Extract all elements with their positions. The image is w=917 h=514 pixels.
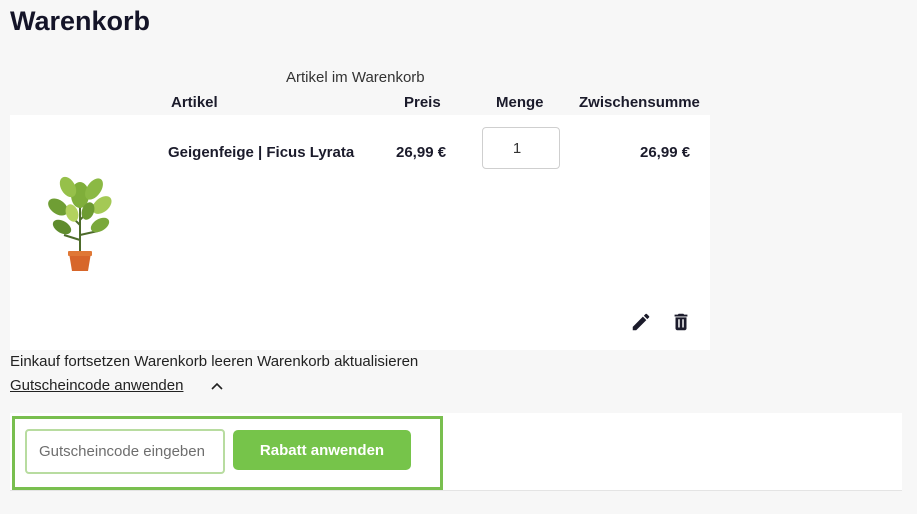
page-title: Warenkorb — [10, 6, 151, 36]
quantity-input[interactable] — [482, 127, 560, 169]
column-header-artikel: Artikel — [171, 94, 218, 111]
pencil-icon[interactable] — [630, 311, 652, 333]
cart-item-row: Geigenfeige | Ficus Lyrata 26,99 € 26,99… — [10, 115, 710, 350]
column-header-menge: Menge — [496, 94, 544, 111]
apply-discount-button[interactable]: Rabatt anwenden — [233, 430, 411, 470]
cart-actions: Einkauf fortsetzen Warenkorb leeren Ware… — [10, 353, 418, 370]
trash-icon[interactable] — [670, 311, 692, 333]
column-header-preis: Preis — [404, 94, 441, 111]
cart-table-caption: Artikel im Warenkorb — [286, 69, 425, 86]
plant-image[interactable] — [40, 165, 120, 275]
clear-cart-link[interactable]: Warenkorb leeren — [134, 353, 253, 370]
column-header-zwischensumme: Zwischensumme — [579, 94, 700, 111]
product-price: 26,99 € — [396, 144, 447, 161]
coupon-code-input[interactable] — [25, 429, 225, 474]
update-cart-link[interactable]: Warenkorb aktualisieren — [257, 353, 418, 370]
product-subtotal: 26,99 € — [640, 144, 691, 161]
coupon-toggle-link[interactable]: Gutscheincode anwenden — [10, 377, 183, 394]
continue-shopping-link[interactable]: Einkauf fortsetzen — [10, 353, 130, 370]
product-name[interactable]: Geigenfeige | Ficus Lyrata — [168, 144, 354, 161]
chevron-up-icon[interactable] — [210, 381, 224, 391]
